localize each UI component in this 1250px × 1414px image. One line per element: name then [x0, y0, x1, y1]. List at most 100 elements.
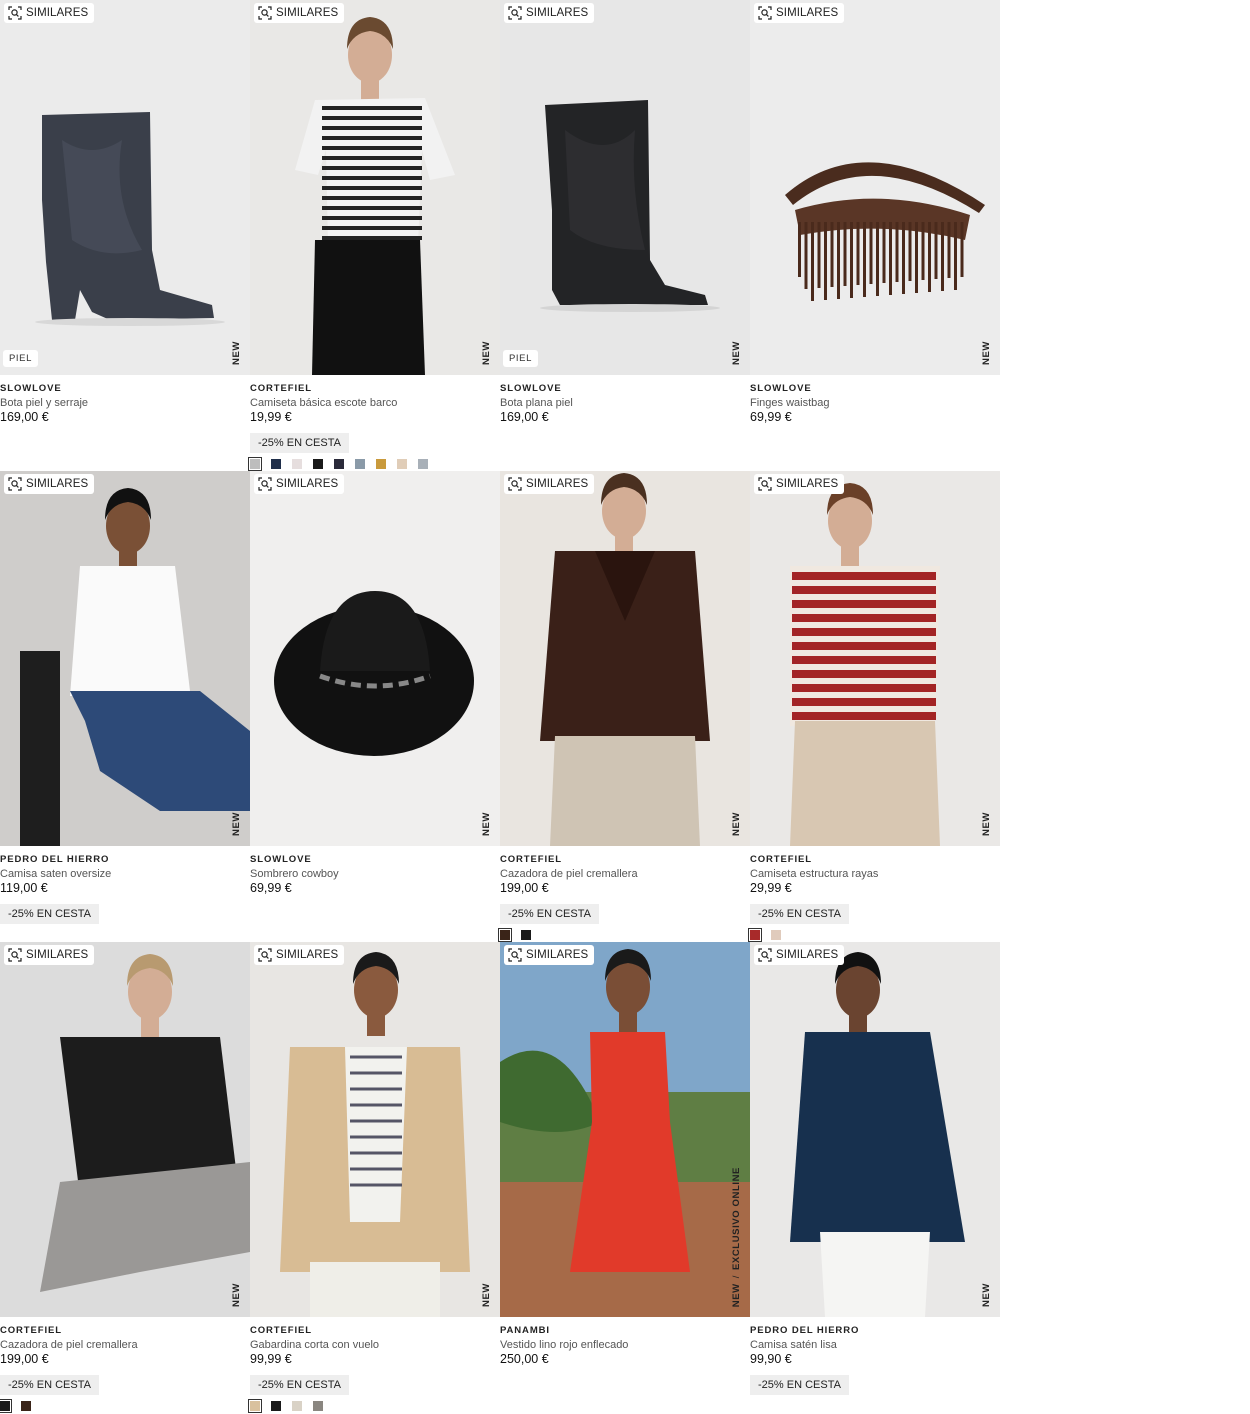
similar-button[interactable]: SIMILARES: [754, 945, 845, 965]
color-swatch[interactable]: [397, 459, 407, 469]
similar-button[interactable]: SIMILARES: [4, 474, 95, 494]
new-label: NEW: [981, 1283, 992, 1307]
product-price: 250,00 €: [500, 1352, 549, 1366]
color-swatch[interactable]: [292, 459, 302, 469]
color-swatch[interactable]: [418, 459, 428, 469]
product-image[interactable]: SIMILARES NEW: [750, 942, 1000, 1317]
similar-button[interactable]: SIMILARES: [4, 945, 95, 965]
similar-button[interactable]: SIMILARES: [254, 474, 345, 494]
similar-button[interactable]: SIMILARES: [504, 474, 595, 494]
similar-label: SIMILARES: [276, 478, 339, 490]
product-name[interactable]: Sombrero cowboy: [250, 867, 500, 881]
new-tag: NEW: [981, 1283, 992, 1307]
product-image[interactable]: SIMILARES NEW / EXCLUSIVO ONLINE: [500, 942, 750, 1317]
similar-button[interactable]: SIMILARES: [4, 3, 95, 23]
similar-search-icon: [758, 477, 772, 491]
new-label: NEW: [231, 812, 242, 836]
product-image[interactable]: SIMILARES NEW: [250, 0, 500, 375]
color-swatch[interactable]: [21, 1401, 31, 1411]
similar-search-icon: [8, 948, 22, 962]
similar-button[interactable]: SIMILARES: [504, 3, 595, 23]
color-swatch[interactable]: [248, 1399, 262, 1413]
tag-separator: /: [731, 1274, 742, 1279]
color-swatch[interactable]: [313, 459, 323, 469]
color-swatch[interactable]: [248, 457, 262, 471]
product-image[interactable]: SIMILARES PIEL NEW: [0, 0, 250, 375]
product-image[interactable]: SIMILARES NEW: [750, 0, 1000, 375]
color-swatches: [0, 1399, 31, 1413]
color-swatch[interactable]: [334, 459, 344, 469]
product-price: 199,00 €: [500, 881, 549, 895]
product-price: 199,00 €: [0, 1352, 49, 1366]
product-photo: [750, 942, 1000, 1317]
new-label: NEW: [981, 341, 992, 365]
similar-button[interactable]: SIMILARES: [754, 474, 845, 494]
product-name[interactable]: Bota plana piel: [500, 396, 750, 410]
product-image[interactable]: SIMILARES PIEL NEW: [500, 0, 750, 375]
product-name[interactable]: Camiseta básica escote barco: [250, 396, 500, 410]
promo-badge: -25% EN CESTA: [750, 1375, 849, 1395]
color-swatches: [248, 457, 428, 471]
color-swatch[interactable]: [376, 459, 386, 469]
product-info: CORTEFIEL Cazadora de piel cremallera 19…: [500, 854, 750, 924]
product-name[interactable]: Camisa saten oversize: [0, 867, 250, 881]
product-name[interactable]: Cazadora de piel cremallera: [500, 867, 750, 881]
similar-search-icon: [258, 948, 272, 962]
similar-label: SIMILARES: [26, 949, 89, 961]
product-price: 169,00 €: [500, 410, 549, 424]
color-swatch[interactable]: [271, 459, 281, 469]
product-photo: [500, 471, 750, 846]
product-price: 19,99 €: [250, 410, 292, 424]
product-image[interactable]: SIMILARES NEW: [250, 942, 500, 1317]
color-swatch[interactable]: [748, 928, 762, 942]
product-info: CORTEFIEL Gabardina corta con vuelo 99,9…: [250, 1325, 500, 1395]
product-brand: CORTEFIEL: [500, 854, 562, 865]
product-brand: SLOWLOVE: [0, 383, 62, 394]
product-name[interactable]: Finges waistbag: [750, 396, 1000, 410]
product-price: 29,99 €: [750, 881, 792, 895]
product-brand: PANAMBI: [500, 1325, 550, 1336]
similar-button[interactable]: SIMILARES: [504, 945, 595, 965]
product-info: PEDRO DEL HIERRO Camisa satén lisa 99,90…: [750, 1325, 1000, 1395]
similar-search-icon: [508, 948, 522, 962]
product-name[interactable]: Camisa satén lisa: [750, 1338, 1000, 1352]
color-swatch[interactable]: [271, 1401, 281, 1411]
similar-label: SIMILARES: [776, 949, 839, 961]
product-info: SLOWLOVE Finges waistbag 69,99 €: [750, 383, 1000, 425]
new-label: NEW: [731, 812, 742, 836]
color-swatch[interactable]: [498, 928, 512, 942]
similar-search-icon: [758, 6, 772, 20]
product-image[interactable]: SIMILARES NEW: [0, 942, 250, 1317]
product-name[interactable]: Vestido lino rojo enflecado: [500, 1338, 750, 1352]
product-name[interactable]: Camiseta estructura rayas: [750, 867, 1000, 881]
new-tag: NEW: [981, 341, 992, 365]
similar-button[interactable]: SIMILARES: [754, 3, 845, 23]
product-photo: [500, 0, 750, 375]
similar-button[interactable]: SIMILARES: [254, 3, 345, 23]
color-swatch[interactable]: [771, 930, 781, 940]
product-name[interactable]: Cazadora de piel cremallera: [0, 1338, 250, 1352]
color-swatch[interactable]: [521, 930, 531, 940]
similar-label: SIMILARES: [526, 478, 589, 490]
new-tag: NEW: [231, 341, 242, 365]
color-swatch[interactable]: [0, 1399, 12, 1413]
similar-button[interactable]: SIMILARES: [254, 945, 345, 965]
product-name[interactable]: Gabardina corta con vuelo: [250, 1338, 500, 1352]
color-swatch[interactable]: [292, 1401, 302, 1411]
product-photo: [0, 942, 250, 1317]
product-brand: SLOWLOVE: [500, 383, 562, 394]
exclusive-label: EXCLUSIVO ONLINE: [731, 1166, 742, 1270]
color-swatches: [748, 928, 781, 942]
product-info: PANAMBI Vestido lino rojo enflecado 250,…: [500, 1325, 750, 1367]
product-brand: CORTEFIEL: [250, 383, 312, 394]
color-swatch[interactable]: [313, 1401, 323, 1411]
product-image[interactable]: SIMILARES NEW: [750, 471, 1000, 846]
product-name[interactable]: Bota piel y serraje: [0, 396, 250, 410]
color-swatch[interactable]: [355, 459, 365, 469]
product-image[interactable]: SIMILARES NEW: [250, 471, 500, 846]
product-image[interactable]: SIMILARES NEW: [0, 471, 250, 846]
new-label: NEW: [231, 341, 242, 365]
product-price: 169,00 €: [0, 410, 49, 424]
product-brand: SLOWLOVE: [750, 383, 812, 394]
product-image[interactable]: SIMILARES NEW: [500, 471, 750, 846]
